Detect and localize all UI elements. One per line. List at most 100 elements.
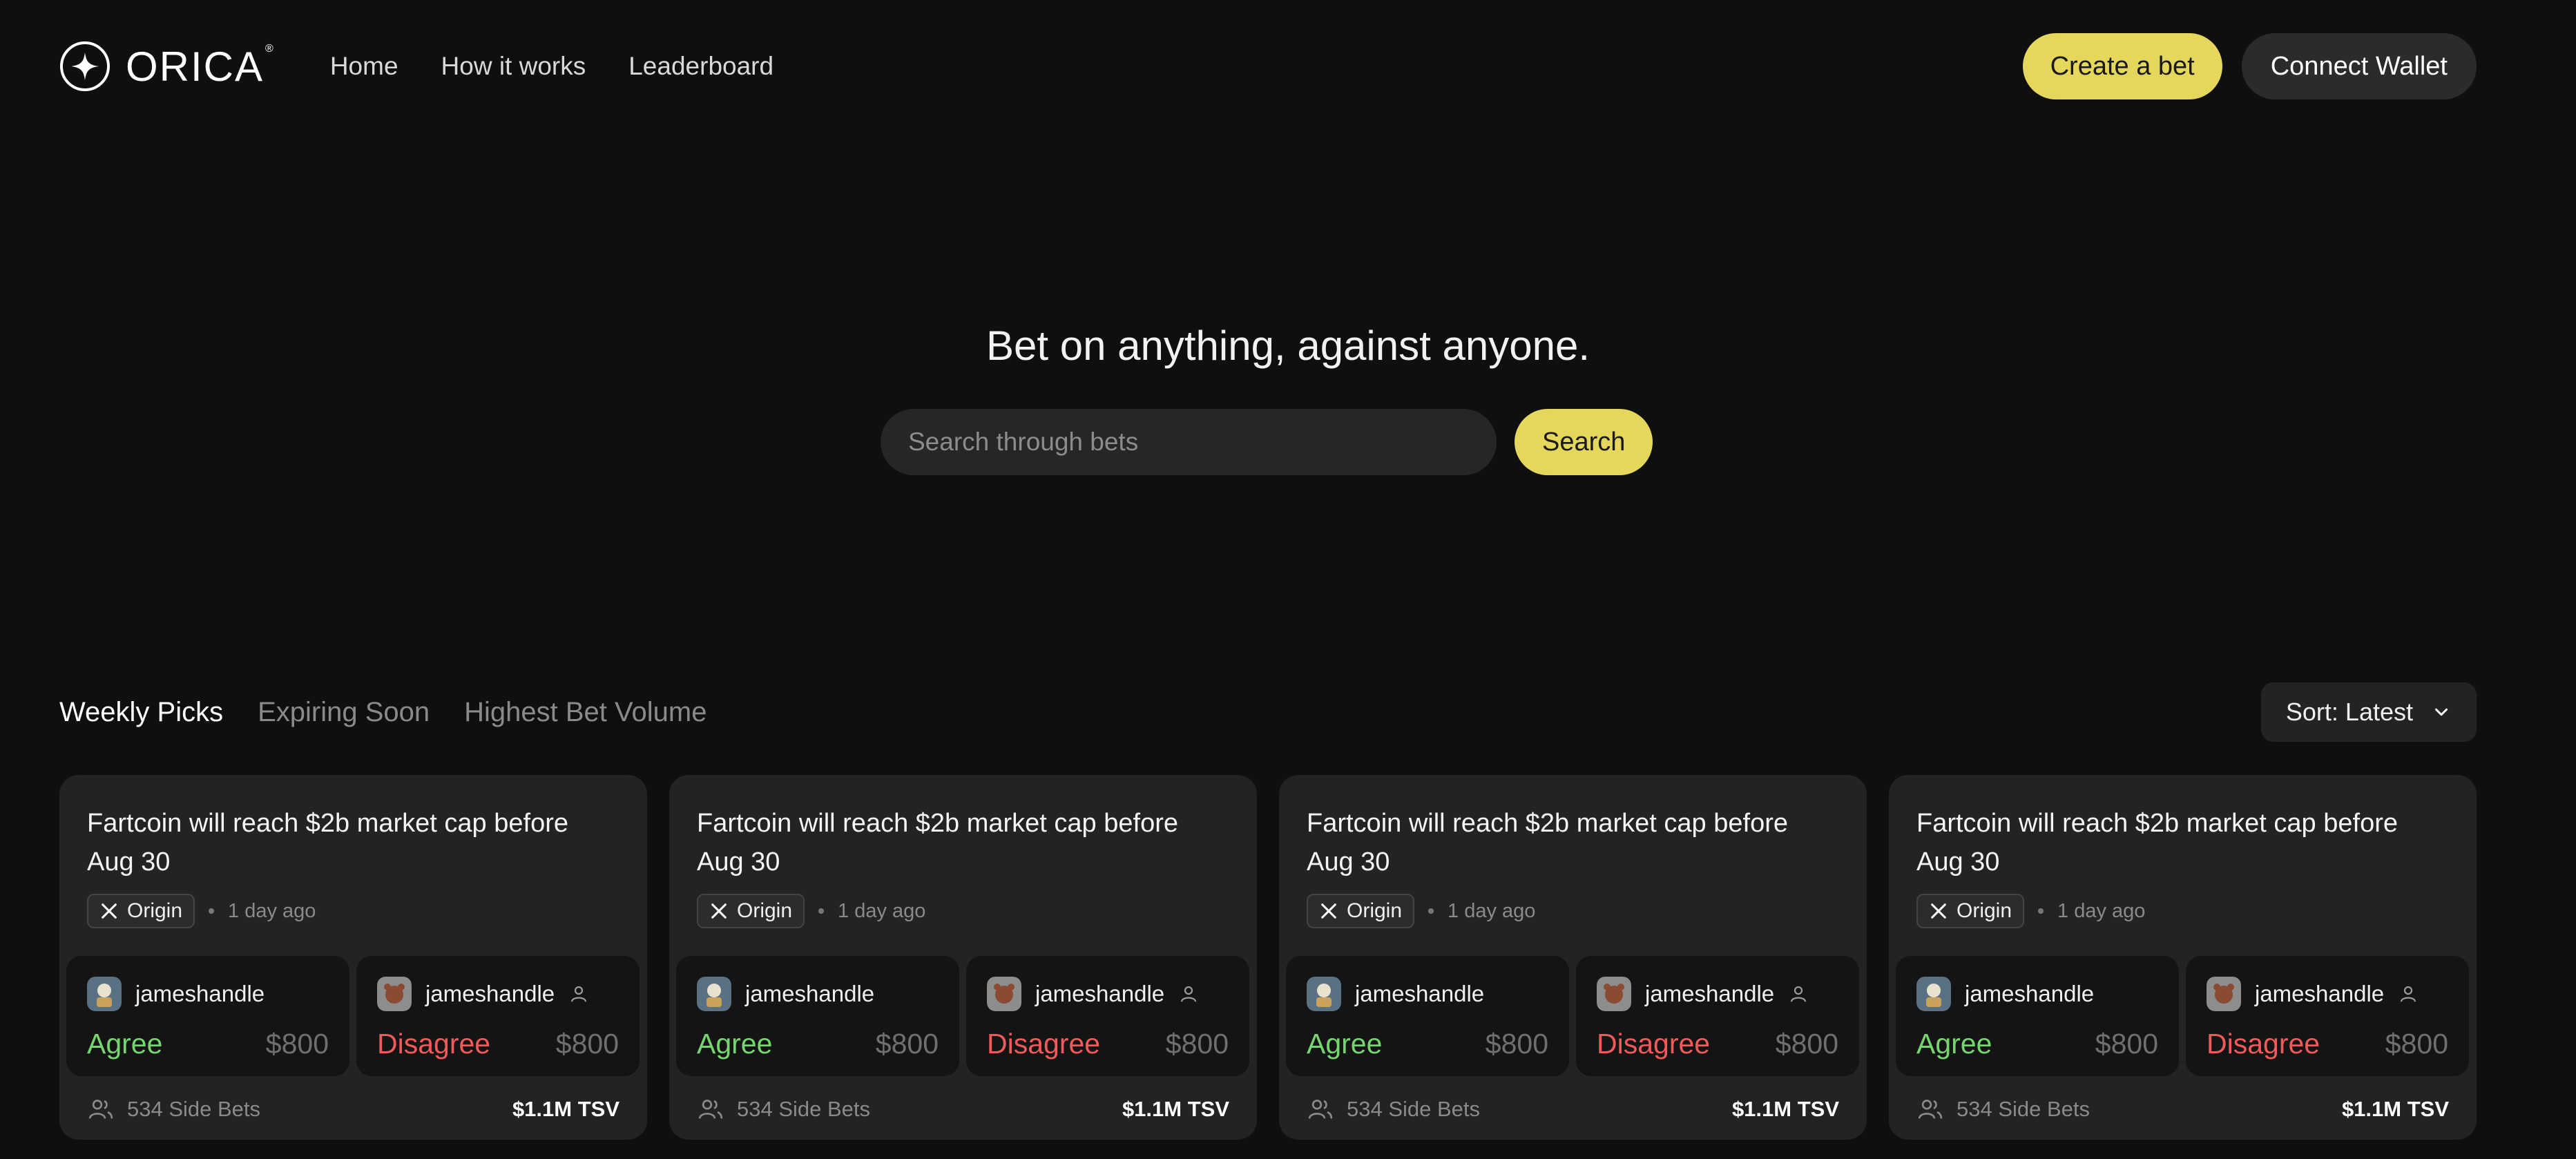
side-bottom: Disagree $800 [377, 1028, 619, 1060]
bet-card[interactable]: Fartcoin will reach $2b market cap befor… [59, 775, 647, 1140]
agree-amount: $800 [265, 1028, 329, 1060]
tab-expiring-soon[interactable]: Expiring Soon [258, 697, 430, 728]
tsv-value: $1.1M TSV [512, 1097, 619, 1121]
side-user: jameshandle [697, 977, 939, 1011]
side-bets-count: 534 Side Bets [697, 1095, 870, 1123]
bet-sides: jameshandle Agree $800 jameshandle Disag… [1286, 956, 1860, 1076]
bet-time: 1 day ago [838, 899, 926, 922]
main-nav: Home How it works Leaderboard [330, 52, 773, 81]
disagree-label: Disagree [987, 1028, 1101, 1060]
side-username: jameshandle [1035, 981, 1165, 1006]
origin-badge[interactable]: Origin [1307, 894, 1415, 928]
side-username: jameshandle [745, 981, 875, 1006]
side-user: jameshandle [987, 977, 1229, 1011]
agree-amount: $800 [2095, 1028, 2158, 1060]
origin-badge[interactable]: Origin [87, 894, 195, 928]
disagree-amount: $800 [2385, 1028, 2448, 1060]
search-bar: Search [881, 409, 1653, 475]
agree-label: Agree [1307, 1028, 1383, 1060]
card-footer: 534 Side Bets $1.1M TSV [697, 1095, 1229, 1123]
side-username: jameshandle [2255, 981, 2385, 1006]
bet-title: Fartcoin will reach $2b market cap befor… [87, 809, 568, 877]
create-bet-button[interactable]: Create a bet [2022, 33, 2222, 99]
side-user: jameshandle [377, 977, 619, 1011]
nav-leaderboard[interactable]: Leaderboard [628, 52, 773, 81]
filter-bar: Weekly Picks Expiring Soon Highest Bet V… [59, 682, 2477, 742]
avatar [1307, 977, 1341, 1011]
disagree-side[interactable]: jameshandle Disagree $800 [966, 956, 1249, 1076]
bet-title: Fartcoin will reach $2b market cap befor… [697, 809, 1178, 877]
disagree-side[interactable]: jameshandle Disagree $800 [356, 956, 640, 1076]
bet-title: Fartcoin will reach $2b market cap befor… [1307, 809, 1788, 877]
sort-label: Sort: Latest [2285, 698, 2413, 726]
bet-sides: jameshandle Agree $800 jameshandle Disag… [1896, 956, 2470, 1076]
side-bets-count: 534 Side Bets [1307, 1095, 1480, 1123]
tsv-value: $1.1M TSV [1731, 1097, 1839, 1121]
agree-side[interactable]: jameshandle Agree $800 [676, 956, 959, 1076]
side-username: jameshandle [1645, 981, 1775, 1006]
search-button[interactable]: Search [1515, 409, 1653, 475]
side-username: jameshandle [135, 981, 265, 1006]
bet-sides: jameshandle Agree $800 jameshandle Disag… [676, 956, 1250, 1076]
bet-card[interactable]: Fartcoin will reach $2b market cap befor… [1889, 775, 2477, 1140]
x-logo-icon [102, 903, 117, 919]
brand-logo[interactable]: ORICA ® [59, 41, 275, 92]
nav-how-it-works[interactable]: How it works [441, 52, 586, 81]
tab-highest-bet-volume[interactable]: Highest Bet Volume [464, 697, 707, 728]
x-logo-icon [1931, 903, 1946, 919]
users-icon [698, 1100, 723, 1119]
avatar [1916, 977, 1951, 1011]
chevron-down-icon [2435, 708, 2448, 716]
agree-label: Agree [87, 1028, 163, 1060]
agree-side[interactable]: jameshandle Agree $800 [1286, 956, 1569, 1076]
bet-meta: Origin 1 day ago [676, 894, 1250, 928]
tab-weekly-picks[interactable]: Weekly Picks [59, 697, 223, 728]
bet-meta: Origin 1 day ago [1286, 894, 1860, 928]
card-footer: 534 Side Bets $1.1M TSV [87, 1095, 619, 1123]
side-bottom: Disagree $800 [1597, 1028, 1838, 1060]
origin-badge[interactable]: Origin [1916, 894, 2025, 928]
top-header: ORICA ® Home How it works Leaderboard Cre… [59, 33, 2477, 99]
disagree-label: Disagree [377, 1028, 491, 1060]
bet-sides: jameshandle Agree $800 jameshandle Disag… [66, 956, 640, 1076]
avatar [377, 977, 412, 1011]
agree-side[interactable]: jameshandle Agree $800 [66, 956, 349, 1076]
nav-home[interactable]: Home [330, 52, 398, 81]
user-icon [1791, 986, 1807, 1002]
origin-label: Origin [127, 899, 183, 922]
side-username: jameshandle [425, 981, 555, 1006]
bet-time: 1 day ago [228, 899, 316, 922]
disagree-side[interactable]: jameshandle Disagree $800 [1576, 956, 1859, 1076]
bet-card[interactable]: Fartcoin will reach $2b market cap befor… [1279, 775, 1867, 1140]
brand-name: ORICA ® [126, 42, 275, 90]
agree-side[interactable]: jameshandle Agree $800 [1896, 956, 2179, 1076]
disagree-side[interactable]: jameshandle Disagree $800 [2186, 956, 2469, 1076]
side-bottom: Agree $800 [87, 1028, 329, 1060]
users-icon [88, 1100, 113, 1119]
agree-amount: $800 [1485, 1028, 1548, 1060]
bet-card[interactable]: Fartcoin will reach $2b market cap befor… [669, 775, 1257, 1140]
side-username: jameshandle [1965, 981, 2095, 1006]
disagree-amount: $800 [1775, 1028, 1838, 1060]
bet-meta: Origin 1 day ago [1896, 894, 2470, 928]
agree-label: Agree [1916, 1028, 1992, 1060]
card-footer: 534 Side Bets $1.1M TSV [1307, 1095, 1839, 1123]
origin-badge[interactable]: Origin [697, 894, 805, 928]
orica-logo-icon [60, 41, 110, 91]
side-user: jameshandle [2207, 977, 2448, 1011]
users-icon [1918, 1100, 1943, 1119]
avatar [697, 977, 731, 1011]
connect-wallet-button[interactable]: Connect Wallet [2241, 33, 2477, 99]
sort-dropdown[interactable]: Sort: Latest [2260, 682, 2477, 742]
avatar [987, 977, 1021, 1011]
user-icon [2401, 986, 2416, 1002]
side-user: jameshandle [87, 977, 329, 1011]
search-input[interactable] [881, 409, 1497, 475]
origin-label: Origin [737, 899, 793, 922]
bet-time: 1 day ago [2057, 899, 2146, 922]
side-bottom: Agree $800 [1916, 1028, 2158, 1060]
bet-meta: Origin 1 day ago [66, 894, 640, 928]
bet-tabs: Weekly Picks Expiring Soon Highest Bet V… [59, 697, 707, 728]
disagree-label: Disagree [2207, 1028, 2320, 1060]
side-username: jameshandle [1355, 981, 1485, 1006]
